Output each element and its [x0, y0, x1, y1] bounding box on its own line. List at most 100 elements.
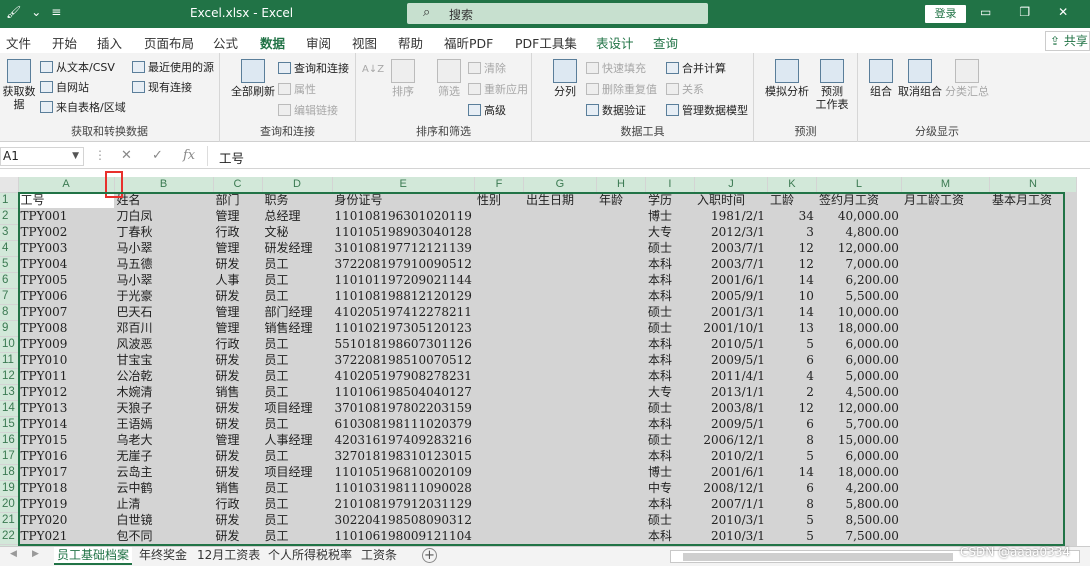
column-header[interactable]: A: [18, 177, 115, 194]
tab-foxit-pdf[interactable]: 福昕PDF: [444, 33, 493, 52]
cell[interactable]: 13: [767, 320, 817, 338]
cell[interactable]: [989, 288, 1077, 306]
cell[interactable]: [523, 304, 597, 322]
row-header[interactable]: 15: [0, 416, 19, 434]
cell[interactable]: 工龄: [767, 192, 817, 210]
cell[interactable]: 性别: [474, 192, 524, 210]
tab-formulas[interactable]: 公式: [213, 33, 238, 52]
cell[interactable]: 人事: [213, 272, 263, 290]
cell[interactable]: 研发: [213, 288, 263, 306]
cell[interactable]: 姓名: [114, 192, 214, 210]
forecast-sheet-button[interactable]: 预测 工作表: [814, 59, 850, 111]
recent-sources-button[interactable]: 最近使用的源: [132, 59, 214, 75]
cell[interactable]: 2005/9/1: [694, 288, 768, 306]
cell[interactable]: 8: [767, 432, 817, 450]
sort-az-button[interactable]: A↓Z: [362, 63, 384, 76]
column-header[interactable]: N: [989, 177, 1077, 194]
cell[interactable]: [523, 272, 597, 290]
cell[interactable]: [523, 336, 597, 354]
cell[interactable]: 5,700.00: [816, 416, 902, 434]
cell[interactable]: [596, 304, 646, 322]
cell[interactable]: 6: [767, 352, 817, 370]
from-text-csv-button[interactable]: 从文本/CSV: [40, 59, 115, 75]
cell[interactable]: [523, 416, 597, 434]
cell[interactable]: [596, 528, 646, 546]
cell[interactable]: TPY002: [18, 224, 115, 242]
sort-button[interactable]: 排序: [386, 59, 420, 98]
cell[interactable]: [523, 512, 597, 530]
cell[interactable]: 行政: [213, 496, 263, 514]
cell[interactable]: TPY015: [18, 432, 115, 450]
cell[interactable]: [523, 400, 597, 418]
cell[interactable]: [901, 336, 990, 354]
cell[interactable]: [989, 256, 1077, 274]
cell[interactable]: 110108196301020119: [332, 208, 475, 226]
cell-table[interactable]: A B C D E F G H I J K L M N 1 工号 姓名 部门 职务 身份证…: [0, 177, 1077, 546]
cell[interactable]: [596, 224, 646, 242]
cell[interactable]: 本科: [645, 416, 695, 434]
cell[interactable]: [474, 304, 524, 322]
cell[interactable]: [474, 208, 524, 226]
cell[interactable]: 14: [767, 464, 817, 482]
cell[interactable]: [523, 224, 597, 242]
column-header[interactable]: H: [596, 177, 646, 194]
cell[interactable]: 410205197412278211: [332, 304, 475, 322]
row-header[interactable]: 22: [0, 528, 19, 546]
cell[interactable]: [901, 208, 990, 226]
tab-pdf-tools[interactable]: PDF工具集: [515, 33, 577, 52]
existing-connections-button[interactable]: 现有连接: [132, 79, 192, 95]
cell[interactable]: 10,000.00: [816, 304, 902, 322]
cell[interactable]: 2006/12/1: [694, 432, 768, 450]
cell[interactable]: 110105196810020109: [332, 464, 475, 482]
cell[interactable]: 学历: [645, 192, 695, 210]
cell[interactable]: [989, 240, 1077, 258]
cell[interactable]: 云岛主: [114, 464, 214, 482]
cell[interactable]: 本科: [645, 368, 695, 386]
cell[interactable]: TPY018: [18, 480, 115, 498]
cell[interactable]: TPY017: [18, 464, 115, 482]
tab-page-layout[interactable]: 页面布局: [144, 33, 194, 52]
chevron-down-icon[interactable]: ⌄: [31, 5, 41, 19]
cell[interactable]: [989, 352, 1077, 370]
cell[interactable]: TPY012: [18, 384, 115, 402]
column-header[interactable]: K: [767, 177, 817, 194]
cancel-icon[interactable]: ✕: [121, 148, 132, 163]
cell[interactable]: [989, 512, 1077, 530]
cell[interactable]: 行政: [213, 224, 263, 242]
flash-fill-button[interactable]: 快速填充: [586, 60, 646, 76]
cell[interactable]: [474, 352, 524, 370]
queries-connections-button[interactable]: 查询和连接: [278, 60, 349, 76]
cell[interactable]: 工号: [18, 192, 115, 210]
add-sheet-button[interactable]: +: [422, 548, 437, 563]
cell[interactable]: [474, 416, 524, 434]
cell[interactable]: [523, 320, 597, 338]
cell[interactable]: [901, 256, 990, 274]
cell[interactable]: 云中鹤: [114, 480, 214, 498]
cell[interactable]: [474, 464, 524, 482]
cell[interactable]: 总经理: [262, 208, 333, 226]
cell[interactable]: 部门: [213, 192, 263, 210]
cell[interactable]: 研发: [213, 448, 263, 466]
name-box[interactable]: A1 ▼: [0, 147, 84, 166]
cell[interactable]: 风波恶: [114, 336, 214, 354]
cell[interactable]: [474, 480, 524, 498]
cell[interactable]: 6,000.00: [816, 448, 902, 466]
cell[interactable]: [474, 512, 524, 530]
cell[interactable]: [989, 448, 1077, 466]
row-header[interactable]: 16: [0, 432, 19, 450]
cell[interactable]: 110103198111090028: [332, 480, 475, 498]
cell[interactable]: 2003/8/1: [694, 400, 768, 418]
tab-insert[interactable]: 插入: [97, 33, 122, 52]
cell[interactable]: 110106198009121104: [332, 528, 475, 546]
cell[interactable]: 5: [767, 448, 817, 466]
cell[interactable]: 硕士: [645, 304, 695, 322]
column-header[interactable]: C: [213, 177, 263, 194]
column-header[interactable]: D: [262, 177, 333, 194]
cell[interactable]: [901, 352, 990, 370]
cell[interactable]: 34: [767, 208, 817, 226]
cell[interactable]: [901, 496, 990, 514]
cell[interactable]: 无崖子: [114, 448, 214, 466]
cell[interactable]: 3: [767, 224, 817, 242]
cell[interactable]: 14: [767, 272, 817, 290]
row-header[interactable]: 17: [0, 448, 19, 466]
